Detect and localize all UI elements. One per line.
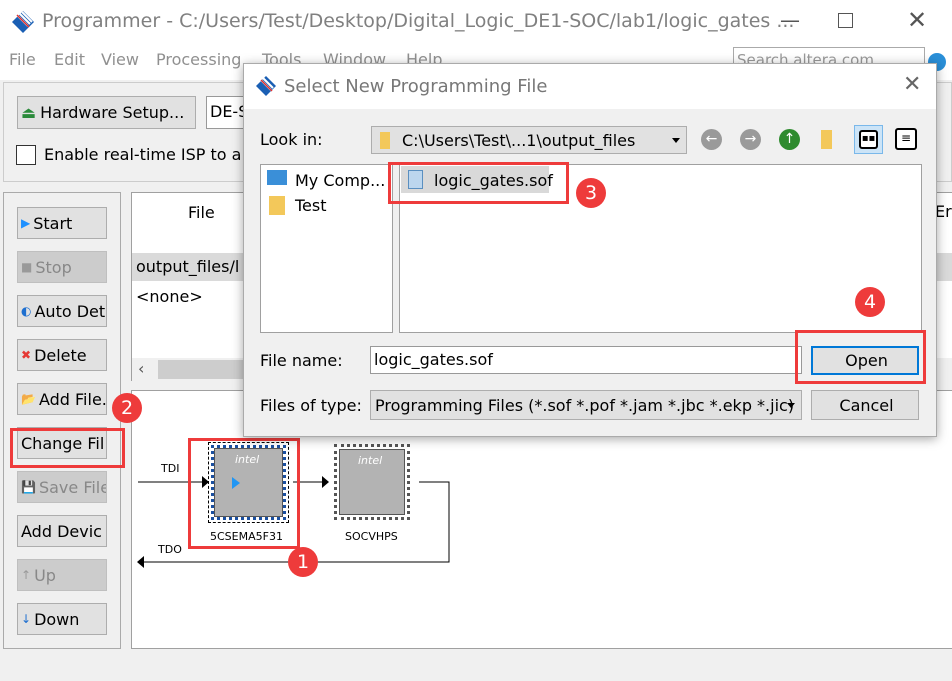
- place-item[interactable]: My Comp...: [295, 171, 385, 190]
- cancel-button[interactable]: Cancel: [811, 390, 919, 420]
- hardware-setup-button[interactable]: ⏏ Hardware Setup...: [17, 96, 196, 129]
- menu-view[interactable]: View: [101, 50, 139, 69]
- side-button-delete[interactable]: ✖ Delete: [17, 339, 107, 371]
- file-name-input[interactable]: logic_gates.sof: [370, 346, 802, 374]
- button-icon: ■: [21, 260, 33, 274]
- detail-view-icon[interactable]: ≡: [895, 128, 917, 150]
- quartus-logo-icon: [256, 76, 276, 96]
- grid-icon: ▪▪: [859, 130, 878, 149]
- window-title: Programmer - C:/Users/Test/Desktop/Digit…: [42, 10, 795, 32]
- up-folder-icon[interactable]: ↑: [779, 129, 800, 150]
- file-name-label: File name:: [260, 351, 343, 370]
- side-button-save-file[interactable]: 💾 Save File: [17, 471, 107, 503]
- minimize-button[interactable]: —: [780, 8, 800, 32]
- isp-label: Enable real-time ISP to a: [44, 145, 242, 164]
- menu-edit[interactable]: Edit: [54, 50, 85, 69]
- button-icon: ▶: [21, 216, 31, 230]
- title-bar: Programmer - C:/Users/Test/Desktop/Digit…: [0, 0, 952, 44]
- device-hps[interactable]: intel: [334, 444, 410, 520]
- highlight-file: [388, 162, 569, 204]
- file-type-label: Files of type:: [260, 396, 362, 415]
- button-icon: ✖: [21, 348, 32, 362]
- file-type-select[interactable]: Programming Files (*.sof *.pof *.jam *.j…: [370, 390, 802, 420]
- button-icon: ↑: [21, 568, 32, 582]
- step-badge-2: 2: [112, 393, 142, 423]
- quartus-logo-icon: [12, 11, 34, 33]
- tdi-label: TDI: [161, 462, 180, 475]
- side-button-up[interactable]: ↑ Up: [17, 559, 107, 591]
- tdo-label: TDO: [158, 543, 182, 556]
- forward-icon[interactable]: →: [740, 129, 761, 150]
- device-label: SOCVHPS: [345, 530, 398, 543]
- places-pane: My Comp... Test: [260, 164, 393, 333]
- table-cell: output_files/l: [136, 257, 240, 276]
- maximize-button[interactable]: [838, 13, 853, 28]
- isp-checkbox[interactable]: [16, 145, 36, 165]
- button-icon: ↓: [21, 612, 32, 626]
- highlight-open: [795, 330, 926, 384]
- dialog-title: Select New Programming File: [284, 76, 548, 97]
- highlight-device: [188, 438, 300, 549]
- place-item[interactable]: Test: [295, 196, 327, 215]
- side-button-start[interactable]: ▶ Start: [17, 207, 107, 239]
- back-icon[interactable]: ←: [701, 129, 722, 150]
- button-icon: 📂: [21, 392, 36, 406]
- look-in-select[interactable]: C:\Users\Test\...1\output_files: [371, 126, 687, 154]
- user-folder-icon: [269, 196, 285, 215]
- step-badge-3: 3: [576, 178, 606, 208]
- computer-icon: [267, 170, 287, 185]
- menu-file[interactable]: File: [9, 50, 36, 69]
- device-chip[interactable]: intel: [339, 449, 405, 515]
- button-icon: ◐: [21, 304, 32, 318]
- side-button-add-file[interactable]: 📂 Add File.: [17, 383, 107, 415]
- menu-processing[interactable]: Processing: [156, 50, 241, 69]
- intel-logo: intel: [358, 454, 383, 467]
- close-button[interactable]: ✕: [907, 6, 927, 34]
- hardware-icon: ⏏: [21, 103, 37, 122]
- dialog-title-bar: Select New Programming File ✕: [244, 64, 936, 109]
- side-button-stop[interactable]: ■ Stop: [17, 251, 107, 283]
- new-folder-icon[interactable]: [821, 130, 832, 149]
- folder-icon: [380, 132, 390, 149]
- look-in-label: Look in:: [260, 130, 323, 149]
- step-badge-1: 1: [288, 547, 318, 577]
- side-button-auto-dete[interactable]: ◐ Auto Dete: [17, 295, 107, 327]
- step-badge-4: 4: [855, 287, 885, 317]
- side-button-down[interactable]: ↓ Down: [17, 603, 107, 635]
- button-icon: 💾: [21, 480, 36, 494]
- highlight-change-file: [10, 428, 125, 468]
- table-cell[interactable]: <none>: [136, 287, 203, 306]
- column-header-file[interactable]: File: [188, 203, 215, 222]
- column-header-fragment: Er: [935, 202, 952, 221]
- dialog-close-button[interactable]: ✕: [903, 72, 921, 97]
- scroll-left-icon[interactable]: ‹: [138, 359, 144, 378]
- side-button-add-devic[interactable]: Add Devic: [17, 515, 107, 547]
- list-view-button[interactable]: ▪▪: [854, 125, 883, 154]
